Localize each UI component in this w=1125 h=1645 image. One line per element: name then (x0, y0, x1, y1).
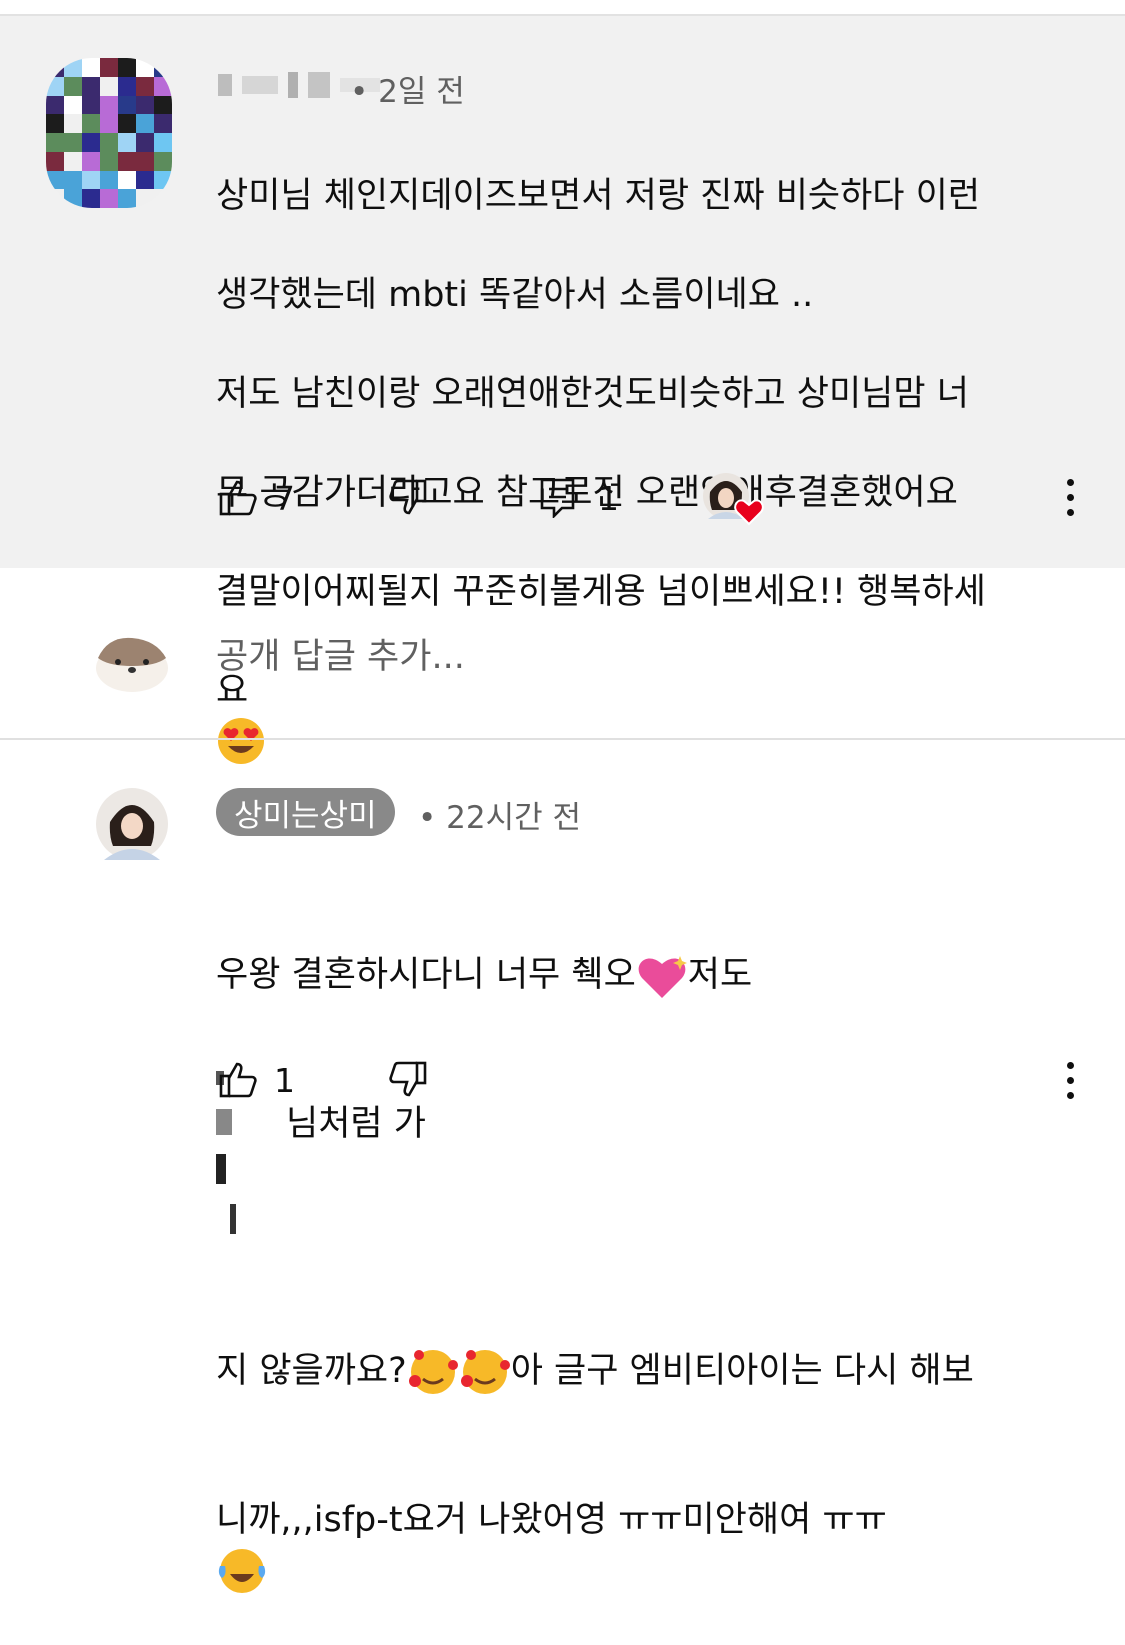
creator-heart-icon (734, 499, 764, 526)
dislike-button[interactable] (386, 1060, 428, 1100)
like-count: 1 (274, 1060, 295, 1100)
thumbs-down-icon (389, 1061, 427, 1097)
comment-line: 생각했는데 mbti 똑같아서 소름이네요 .. (216, 274, 814, 315)
comment-icon (540, 478, 575, 518)
comment-line: 결말이어찌될지 꾸준히볼게용 넘이쁘세요!! 행복하세 (216, 571, 986, 612)
thumbs-up-icon (219, 480, 257, 516)
reply-line: 저도 (687, 955, 753, 995)
creator-heart-badge (702, 472, 764, 528)
comment-text: 상미님 체인지데이즈보면서 저랑 진짜 비슷하다 이런 생각했는데 mbti 똑… (216, 122, 986, 816)
reply-input[interactable]: 공개 답글 추가... (216, 628, 465, 679)
reply-count: 1 (598, 478, 619, 518)
smiling-hearts-emoji-icon (408, 1350, 458, 1394)
like-button[interactable]: 7 (218, 478, 295, 518)
smiling-hearts-emoji-icon (460, 1350, 510, 1394)
more-options-icon[interactable] (1067, 1062, 1075, 1107)
reply-button[interactable]: 1 (540, 478, 619, 518)
commenter-avatar[interactable] (46, 58, 172, 208)
tears-of-joy-emoji-icon (218, 1548, 266, 1593)
reply-line: 님처럼 가 (286, 1103, 426, 1144)
reply-line: 니까,,,isfp-t요거 나왔어영 ㅠㅠ미안해여 ㅠㅠ (216, 1500, 887, 1540)
like-button[interactable]: 1 (218, 1060, 295, 1100)
thumbs-down-icon (389, 479, 427, 515)
mention-blurred (216, 1001, 286, 1249)
creator-avatar[interactable] (96, 788, 168, 860)
reply-time: • 22시간 전 (418, 800, 581, 836)
like-count: 7 (274, 478, 295, 518)
reply-text: 우왕 결혼하시다니 너무 췍오 저도 님처럼 가 지 않을까요? 아 글구 엠비… (216, 852, 974, 1645)
dislike-button[interactable] (386, 478, 428, 518)
thumbs-up-icon (219, 1062, 257, 1098)
comment-line: 저도 남친이랑 오래연애한것도비슷하고 상미님맘 너 (216, 373, 969, 414)
my-avatar-icon[interactable] (94, 630, 170, 692)
sparkling-heart-emoji-icon (638, 956, 687, 998)
reply-line: 아 글구 엠비티아이는 다시 해보 (510, 1351, 974, 1391)
more-options-icon[interactable] (1067, 479, 1075, 524)
heart-eyes-emoji-icon (218, 718, 264, 764)
section-divider (0, 738, 1125, 740)
comment-line: 상미님 체인지데이즈보면서 저랑 진짜 비슷하다 이런 (216, 175, 981, 216)
comment-time: • 2일 전 (350, 74, 465, 110)
reply-line: 우왕 결혼하시다니 너무 췍오 (216, 955, 636, 995)
reply-line: 지 않을까요? (216, 1351, 407, 1391)
author-chip[interactable]: 상미는상미 (216, 788, 395, 836)
